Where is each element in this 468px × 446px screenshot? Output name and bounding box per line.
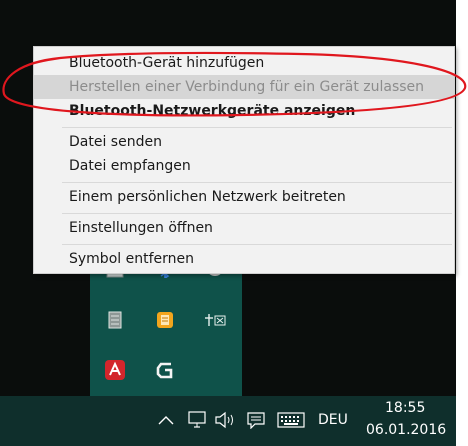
desktop-background-edge: [456, 0, 468, 446]
menu-item-add-bluetooth-device[interactable]: Bluetooth-Gerät hinzufügen: [34, 51, 454, 75]
volume-icon[interactable]: [213, 408, 237, 432]
menu-item-label: Herstellen einer Verbindung für ein Gerä…: [69, 79, 425, 95]
menu-item-label: Bluetooth-Gerät hinzufügen: [69, 55, 265, 71]
menu-item-label: Bluetooth-Netzwerkgeräte anzeigen: [69, 103, 356, 119]
menu-separator: [62, 244, 452, 245]
chevron-up-icon[interactable]: [154, 408, 178, 432]
menu-item-label: Einstellungen öffnen: [69, 220, 213, 236]
menu-item-send-file[interactable]: Datei senden: [34, 130, 454, 154]
menu-item-receive-file[interactable]: Datei empfangen: [34, 154, 454, 178]
taskbar: DEU 18:55 06.01.2016: [0, 396, 456, 446]
input-language-indicator[interactable]: DEU: [318, 412, 348, 428]
orange-app-icon[interactable]: [154, 309, 176, 331]
network-icon[interactable]: [186, 408, 210, 432]
menu-item-label: Datei empfangen: [69, 158, 191, 174]
network-disconnected-icon[interactable]: [204, 309, 226, 331]
menu-item-label: Datei senden: [69, 134, 162, 150]
keyboard-icon[interactable]: [276, 408, 306, 432]
menu-item-allow-device-connection: Herstellen einer Verbindung für ein Gerä…: [34, 75, 454, 99]
menu-item-label: Symbol entfernen: [69, 251, 194, 267]
tray-overflow-flyout: [90, 262, 242, 396]
clock-time[interactable]: 18:55: [385, 400, 425, 416]
logitech-g-icon[interactable]: [154, 359, 176, 381]
menu-item-open-settings[interactable]: Einstellungen öffnen: [34, 216, 454, 240]
action-center-icon[interactable]: [244, 408, 268, 432]
clock-date[interactable]: 06.01.2016: [366, 422, 446, 438]
menu-separator: [62, 213, 452, 214]
avira-icon[interactable]: [104, 359, 126, 381]
menu-separator: [62, 127, 452, 128]
tablet-icon[interactable]: [104, 309, 126, 331]
menu-item-remove-icon[interactable]: Symbol entfernen: [34, 247, 454, 271]
menu-item-show-bluetooth-network-devices[interactable]: Bluetooth-Netzwerkgeräte anzeigen: [34, 99, 454, 123]
menu-separator: [62, 182, 452, 183]
menu-item-join-personal-network[interactable]: Einem persönlichen Netzwerk beitreten: [34, 185, 454, 209]
menu-item-label: Einem persönlichen Netzwerk beitreten: [69, 189, 346, 205]
bluetooth-context-menu: Bluetooth-Gerät hinzufügen Herstellen ei…: [33, 46, 455, 274]
